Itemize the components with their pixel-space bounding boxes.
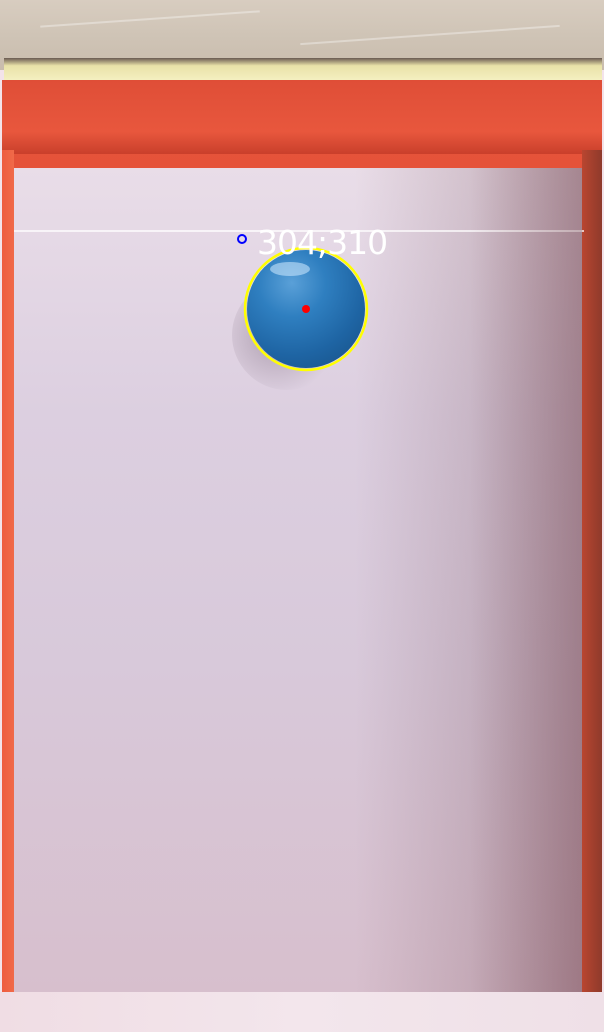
- tracking-overlay: [237, 234, 369, 372]
- coordinate-label: 304;310: [257, 223, 388, 262]
- center-dot: [302, 305, 310, 313]
- reference-marker: [237, 234, 247, 244]
- camera-frame: 304;310: [0, 0, 604, 1032]
